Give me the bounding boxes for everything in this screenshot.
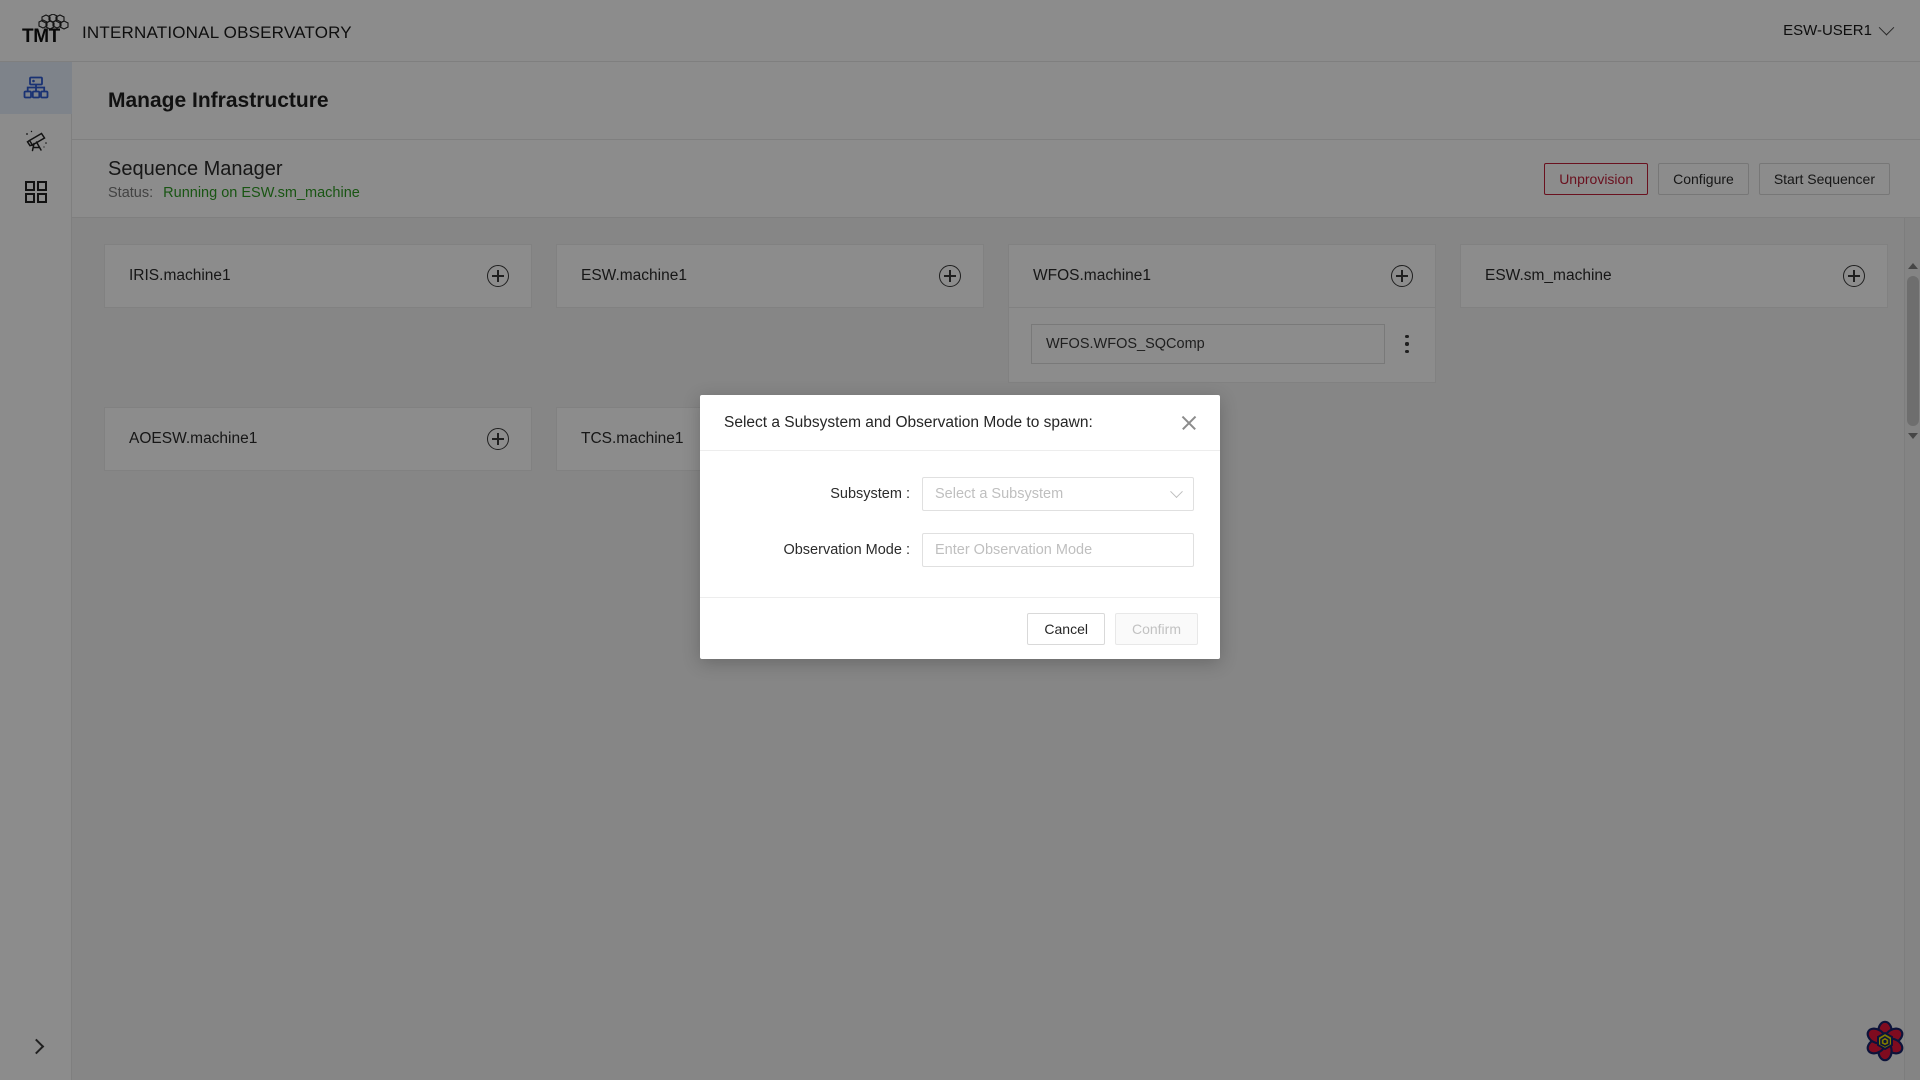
chevron-down-icon [1170,484,1183,498]
cancel-button[interactable]: Cancel [1027,612,1105,645]
subsystem-field: Subsystem : Select a Subsystem [726,477,1194,511]
observation-mode-input[interactable]: Enter Observation Mode [922,533,1194,567]
subsystem-select[interactable]: Select a Subsystem [922,477,1194,511]
observation-mode-placeholder: Enter Observation Mode [935,542,1093,558]
app-root: TMT INTERNATIONAL OBSERVATORY ESW-USER1 [0,0,1920,1080]
close-icon[interactable] [1180,414,1198,432]
subsystem-label: Subsystem : [830,486,910,502]
spawn-sequence-component-modal: Select a Subsystem and Observation Mode … [700,395,1220,659]
subsystem-select-value: Select a Subsystem [935,486,1064,502]
modal-header: Select a Subsystem and Observation Mode … [700,395,1220,451]
observation-mode-field: Observation Mode : Enter Observation Mod… [726,533,1194,567]
modal-footer: Cancel Confirm [700,597,1220,659]
observation-mode-label: Observation Mode : [783,542,910,558]
modal-title: Select a Subsystem and Observation Mode … [724,413,1093,431]
confirm-button[interactable]: Confirm [1114,612,1198,645]
modal-body: Subsystem : Select a Subsystem Observati… [700,451,1220,597]
